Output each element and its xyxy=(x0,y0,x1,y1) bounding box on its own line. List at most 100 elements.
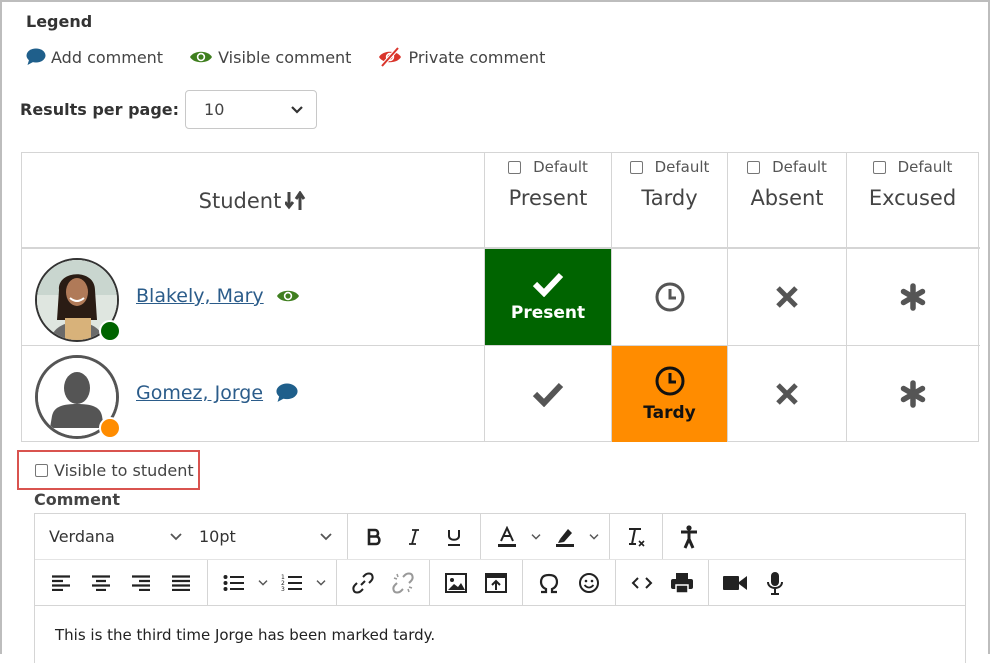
unlink-icon[interactable] xyxy=(383,566,423,600)
present-button[interactable]: Present xyxy=(485,249,612,345)
asterisk-icon xyxy=(900,380,925,408)
comment-icon xyxy=(26,48,46,65)
media-group xyxy=(430,560,523,605)
column-title: Excused xyxy=(868,186,957,210)
x-icon xyxy=(776,383,798,405)
avatar xyxy=(35,355,121,439)
legend-add-comment: Add comment xyxy=(26,47,163,67)
column-header-present: Default Present xyxy=(485,153,612,248)
legend-label: Private comment xyxy=(408,47,546,67)
align-left-icon[interactable] xyxy=(41,566,81,600)
student-column-header[interactable]: Student xyxy=(22,153,485,248)
clear-formatting-icon[interactable] xyxy=(616,520,656,554)
comment-text-area[interactable]: This is the third time Jorge has been ma… xyxy=(35,606,965,664)
font-family-select[interactable]: Verdana xyxy=(41,527,191,546)
chevron-down-icon xyxy=(291,105,303,114)
student-name-link[interactable]: Blakely, Mary xyxy=(136,285,300,307)
x-icon xyxy=(776,286,798,308)
align-right-icon[interactable] xyxy=(121,566,161,600)
tardy-button[interactable]: Tardy xyxy=(612,346,728,442)
student-name[interactable]: Gomez, Jorge xyxy=(136,382,263,404)
asterisk-icon xyxy=(900,283,925,311)
student-cell: Gomez, Jorge xyxy=(22,346,485,442)
sort-icon[interactable] xyxy=(285,190,307,211)
microphone-icon[interactable] xyxy=(755,566,795,600)
clock-icon xyxy=(655,282,684,312)
emoji-icon[interactable] xyxy=(569,566,609,600)
align-group xyxy=(35,560,208,605)
editor-toolbar-2: 123 xyxy=(35,560,965,606)
chevron-down-icon[interactable] xyxy=(312,566,330,600)
code-icon[interactable] xyxy=(622,566,662,600)
align-center-icon[interactable] xyxy=(81,566,121,600)
default-label: Default xyxy=(533,158,588,176)
table-row: Blakely, Mary Present xyxy=(22,249,980,346)
list-group: 123 xyxy=(208,560,337,605)
default-present-checkbox[interactable] xyxy=(508,160,522,174)
comment-icon[interactable] xyxy=(275,383,299,403)
highlight-color-icon[interactable] xyxy=(545,520,585,554)
italic-icon[interactable] xyxy=(394,520,434,554)
font-group: Verdana 10pt xyxy=(35,514,348,559)
text-color-icon[interactable] xyxy=(487,520,527,554)
chevron-down-icon xyxy=(170,532,182,540)
legend-visible-comment: Visible comment xyxy=(189,47,351,67)
column-header-tardy: Default Tardy xyxy=(612,153,728,248)
chevron-down-icon[interactable] xyxy=(527,520,545,554)
chevron-down-icon[interactable] xyxy=(585,520,603,554)
student-header-label: Student xyxy=(198,188,282,213)
absent-button[interactable] xyxy=(728,249,847,345)
numbered-list-icon[interactable]: 123 xyxy=(272,566,312,600)
eye-slash-icon xyxy=(379,47,402,67)
status-dot xyxy=(99,320,121,342)
avatar xyxy=(35,258,121,342)
results-per-page-select[interactable]: 10 xyxy=(185,90,318,129)
default-tardy-checkbox[interactable] xyxy=(629,160,643,174)
image-icon[interactable] xyxy=(436,566,476,600)
present-button[interactable] xyxy=(485,346,612,442)
accessibility-icon[interactable] xyxy=(669,520,709,554)
eye-icon[interactable] xyxy=(276,288,300,304)
excused-button[interactable] xyxy=(847,249,978,345)
clock-icon xyxy=(655,366,684,396)
eye-icon xyxy=(190,51,213,63)
tardy-selected-label: Tardy xyxy=(643,403,696,423)
default-absent-checkbox[interactable] xyxy=(747,160,761,174)
student-name[interactable]: Blakely, Mary xyxy=(136,285,264,307)
absent-button[interactable] xyxy=(728,346,847,442)
code-print-group xyxy=(616,560,709,605)
omega-icon[interactable] xyxy=(529,566,569,600)
table-header: Student Default Present Default Tardy De… xyxy=(22,153,980,249)
table-row: Gomez, Jorge Tardy xyxy=(22,346,980,443)
column-title: Absent xyxy=(750,186,824,210)
bold-icon[interactable] xyxy=(354,520,394,554)
tardy-button[interactable] xyxy=(612,249,728,345)
chevron-down-icon[interactable] xyxy=(254,566,272,600)
check-icon xyxy=(532,272,564,297)
embed-upload-icon[interactable] xyxy=(476,566,516,600)
column-header-excused: Default Excused xyxy=(847,153,978,248)
student-name-link[interactable]: Gomez, Jorge xyxy=(136,382,299,404)
style-group xyxy=(348,514,481,559)
visible-to-student-checkbox[interactable] xyxy=(35,463,48,477)
underline-icon[interactable] xyxy=(434,520,474,554)
clear-format-group xyxy=(610,514,663,559)
color-group xyxy=(481,514,610,559)
video-camera-icon[interactable] xyxy=(715,566,755,600)
excused-button[interactable] xyxy=(847,346,978,442)
attendance-panel: Legend Add comment Visible comment Priva… xyxy=(0,0,990,663)
font-size-select[interactable]: 10pt xyxy=(191,527,341,546)
link-group xyxy=(337,560,430,605)
visible-to-student-option[interactable]: Visible to student xyxy=(17,450,200,490)
column-header-absent: Default Absent xyxy=(728,153,847,248)
print-icon[interactable] xyxy=(662,566,702,600)
align-justify-icon[interactable] xyxy=(161,566,201,600)
bullet-list-icon[interactable] xyxy=(214,566,254,600)
attendance-table: Student Default Present Default Tardy De… xyxy=(21,152,980,443)
results-per-page-label: Results per page: xyxy=(20,100,180,119)
status-dot xyxy=(99,417,121,439)
default-excused-checkbox[interactable] xyxy=(872,160,886,174)
link-icon[interactable] xyxy=(343,566,383,600)
visible-to-student-label[interactable]: Visible to student xyxy=(54,461,194,480)
svg-text:3: 3 xyxy=(281,586,285,593)
